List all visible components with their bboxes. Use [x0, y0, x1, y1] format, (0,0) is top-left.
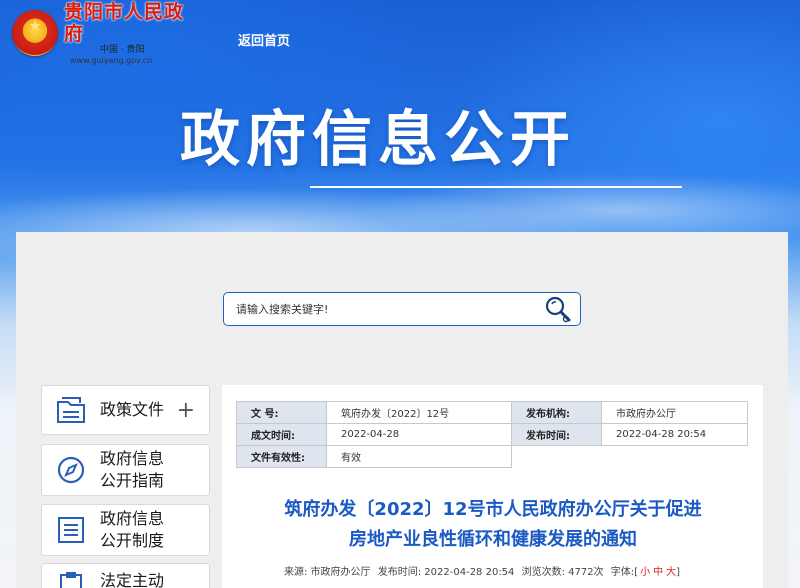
sidebar-item-statutory[interactable]: 法定主动 — [41, 563, 210, 588]
doc-number-value: 筑府办发〔2022〕12号 — [326, 401, 512, 424]
sidebar-item-policy-documents[interactable]: 政策文件 + — [41, 385, 210, 435]
article-views: 浏览次数: 4772次 — [521, 567, 604, 578]
title-underline — [310, 186, 682, 188]
published-date-label: 发布时间: — [511, 423, 602, 446]
created-date-value: 2022-04-28 — [326, 423, 512, 446]
sidebar-item-label: 法定主动 — [100, 571, 165, 588]
font-size-close: ] — [676, 567, 680, 578]
table-row: 文 号: 筑府办发〔2022〕12号 发布机构: 市政府办公厅 — [236, 401, 748, 424]
table-row: 文件有效性: 有效 — [236, 445, 748, 468]
search-input[interactable] — [224, 302, 536, 316]
site-name: 贵阳市人民政府 — [64, 0, 185, 45]
search-button[interactable] — [536, 293, 580, 325]
sidebar-item-disclosure-system[interactable]: 政府信息 公开制度 — [41, 504, 210, 556]
compass-icon — [42, 454, 100, 486]
logo-text: 贵阳市人民政府 中国 · 贵阳 www.guiyang.gov.cn — [64, 1, 202, 66]
article-source: 来源: 市政府办公厅 — [284, 567, 371, 578]
search-icon — [545, 296, 571, 323]
article-title: 筑府办发〔2022〕12号市人民政府办公厅关于促进 房地产业良性循环和健康发展的… — [232, 495, 754, 555]
page-title: 政府信息公开 — [180, 105, 576, 175]
site-subtitle: 中国 · 贵阳 — [100, 44, 145, 55]
article-publish-time: 发布时间: 2022-04-28 20:54 — [377, 567, 515, 578]
sidebar-item-label: 政府信息 公开指南 — [100, 449, 165, 490]
agency-value: 市政府办公厅 — [601, 401, 748, 424]
validity-label: 文件有效性: — [236, 445, 327, 468]
sidebar-item-label: 政策文件 — [100, 400, 165, 419]
created-date-label: 成文时间: — [236, 423, 327, 446]
doc-number-label: 文 号: — [236, 401, 327, 424]
search-bar — [223, 292, 581, 326]
national-emblem-icon — [12, 10, 58, 56]
font-size-medium[interactable]: 中 — [653, 567, 663, 578]
agency-label: 发布机构: — [511, 401, 602, 424]
article-panel: 文 号: 筑府办发〔2022〕12号 发布机构: 市政府办公厅 成文时间: 20… — [222, 385, 763, 588]
font-size-large[interactable]: 大 — [666, 567, 676, 578]
article-info-bar: 来源: 市政府办公厅 发布时间: 2022-04-28 20:54 浏览次数: … — [284, 563, 754, 578]
site-url: www.guiyang.gov.cn — [70, 55, 153, 65]
sidebar-item-label: 政府信息 公开制度 — [100, 509, 165, 550]
document-stack-icon — [42, 394, 100, 426]
expand-plus-icon[interactable]: + — [177, 398, 195, 423]
empty-cell — [512, 446, 748, 468]
sidebar-item-disclosure-guide[interactable]: 政府信息 公开指南 — [41, 444, 210, 496]
font-size-small[interactable]: 小 — [640, 567, 650, 578]
table-row: 成文时间: 2022-04-28 发布时间: 2022-04-28 20:54 — [236, 423, 748, 446]
site-logo[interactable]: 贵阳市人民政府 中国 · 贵阳 www.guiyang.gov.cn — [12, 1, 202, 65]
document-meta-table: 文 号: 筑府办发〔2022〕12号 发布机构: 市政府办公厅 成文时间: 20… — [236, 401, 748, 468]
clipboard-icon — [42, 570, 100, 588]
article-title-line-1: 筑府办发〔2022〕12号市人民政府办公厅关于促进 — [284, 499, 702, 520]
home-link[interactable]: 返回首页 — [238, 30, 290, 49]
validity-value: 有效 — [326, 445, 512, 468]
list-document-icon — [42, 514, 100, 546]
font-size-label: 字体:[ — [610, 567, 639, 578]
published-date-value: 2022-04-28 20:54 — [601, 423, 748, 446]
article-title-line-2: 房地产业良性循环和健康发展的通知 — [349, 529, 637, 550]
